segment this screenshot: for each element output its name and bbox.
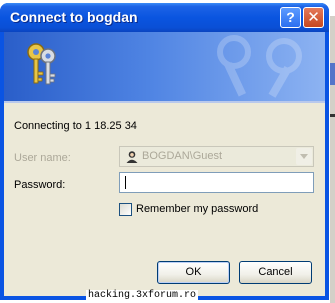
password-label: Password: bbox=[14, 179, 66, 191]
remember-password-label[interactable]: Remember my password bbox=[136, 203, 258, 215]
window-title: Connect to bogdan bbox=[10, 9, 138, 25]
background-window-bar bbox=[330, 63, 335, 85]
site-watermark: hacking.3xforum.ro bbox=[86, 290, 199, 301]
user-icon bbox=[126, 151, 138, 163]
cancel-button[interactable]: Cancel bbox=[239, 261, 312, 284]
background-window-mark bbox=[330, 114, 335, 117]
banner-keys-watermark-icon bbox=[217, 35, 302, 98]
close-button[interactable]: ✕ bbox=[303, 7, 324, 28]
text-caret bbox=[125, 176, 126, 189]
username-dropdown-button[interactable] bbox=[296, 148, 312, 165]
dialog-window: Connect to bogdan ? ✕ Connecting to 1 18… bbox=[0, 3, 329, 300]
ok-button[interactable]: OK bbox=[157, 261, 230, 284]
username-label: User name: bbox=[14, 152, 71, 164]
background-window-edge bbox=[330, 16, 335, 303]
remember-password-checkbox[interactable] bbox=[119, 203, 132, 216]
chevron-down-icon bbox=[300, 154, 308, 159]
password-field[interactable] bbox=[119, 172, 314, 193]
help-button[interactable]: ? bbox=[280, 7, 301, 28]
title-bar[interactable]: Connect to bogdan ? ✕ bbox=[0, 3, 329, 32]
username-value: BOGDAN\Guest bbox=[142, 150, 223, 162]
connecting-text: Connecting to 1 18.25 34 bbox=[14, 120, 137, 132]
keys-icon bbox=[27, 43, 56, 85]
dialog-body: Connecting to 1 18.25 34 User name: BOGD… bbox=[4, 32, 325, 296]
banner bbox=[4, 32, 325, 101]
banner-separator bbox=[4, 101, 325, 103]
username-combobox[interactable]: BOGDAN\Guest bbox=[119, 146, 314, 167]
